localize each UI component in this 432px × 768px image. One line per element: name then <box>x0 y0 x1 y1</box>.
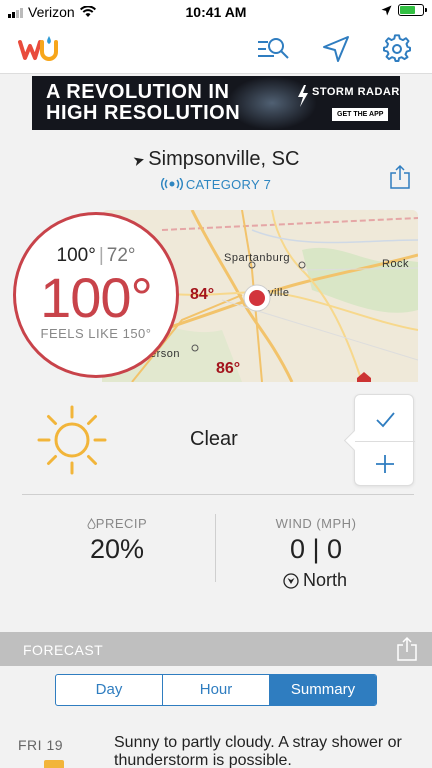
divider <box>22 494 414 495</box>
sun-icon <box>44 760 64 768</box>
tab-hour[interactable]: Hour <box>163 675 270 705</box>
location-city: Simpsonville, SC <box>148 148 300 170</box>
map-temp-86: 86° <box>216 360 241 377</box>
forecast-header: FORECAST <box>0 632 432 666</box>
current-temp: 100° <box>40 266 153 329</box>
high-temp: 100° <box>56 245 96 266</box>
precip-value: 20% <box>89 534 145 564</box>
low-temp: 72° <box>106 245 136 266</box>
tab-day[interactable]: Day <box>56 675 163 705</box>
status-right <box>381 4 427 16</box>
checkmark-icon[interactable] <box>373 407 397 431</box>
wu-logo[interactable] <box>18 36 60 62</box>
clock: 10:41 AM <box>185 4 247 20</box>
ad-brand: STORM RADAR <box>312 86 400 98</box>
station-category[interactable]: CATEGORY 7 <box>0 177 432 192</box>
raindrop-icon <box>87 517 96 530</box>
battery-icon <box>398 4 427 16</box>
status-bar: Verizon 10:41 AM <box>0 0 432 24</box>
stats-divider <box>215 514 216 582</box>
high-low: 100° | 72° <box>56 245 136 266</box>
map-city-rock: Rock <box>382 258 410 270</box>
ad-banner[interactable]: A REVOLUTION IN HIGH RESOLUTION STORM RA… <box>32 76 400 130</box>
forecast-day-text: Sunny to partly cloudy. A stray shower o… <box>114 734 402 768</box>
share-icon[interactable] <box>396 636 418 662</box>
gear-icon[interactable] <box>380 34 414 64</box>
location-pin-icon <box>243 284 271 312</box>
tab-summary[interactable]: Summary <box>270 675 376 705</box>
condition-text: Clear <box>190 428 238 450</box>
forecast-day-label: FRI 19 <box>18 737 64 753</box>
location-arrow-icon[interactable] <box>320 34 354 64</box>
storm-radar-logo-icon <box>298 85 308 107</box>
wind-value: 0 | 0 <box>289 534 343 564</box>
share-icon[interactable] <box>388 164 412 190</box>
search-list-icon[interactable] <box>256 34 290 64</box>
map-city-spartanburg: Spartanburg <box>224 252 291 264</box>
forecast-tabs: Day Hour Summary <box>55 674 377 706</box>
wind-direction: North <box>283 570 347 591</box>
top-nav <box>0 24 432 74</box>
current-temp-circle[interactable]: 100° | 72° 100° FEELS LIKE 150° <box>13 212 179 378</box>
broadcast-icon <box>160 177 183 191</box>
ad-headline: A REVOLUTION IN HIGH RESOLUTION <box>46 81 241 124</box>
ad-cta-button[interactable]: GET THE APP <box>332 108 389 121</box>
location-services-icon <box>381 5 392 15</box>
location-arrow-icon: ➤ <box>130 150 147 170</box>
precip-label: PRECIP <box>22 516 212 531</box>
wind-label: WIND (MPH) <box>275 516 357 531</box>
feels-like: FEELS LIKE 150° <box>40 326 152 341</box>
sun-icon <box>37 405 107 475</box>
action-popover <box>354 394 415 486</box>
map-temp-84: 84° <box>190 286 215 303</box>
plus-icon[interactable] <box>373 452 397 476</box>
forecast-title: FORECAST <box>23 642 104 658</box>
location-title[interactable]: ➤ Simpsonville, SC <box>0 148 432 171</box>
wind-direction-icon <box>283 572 299 589</box>
